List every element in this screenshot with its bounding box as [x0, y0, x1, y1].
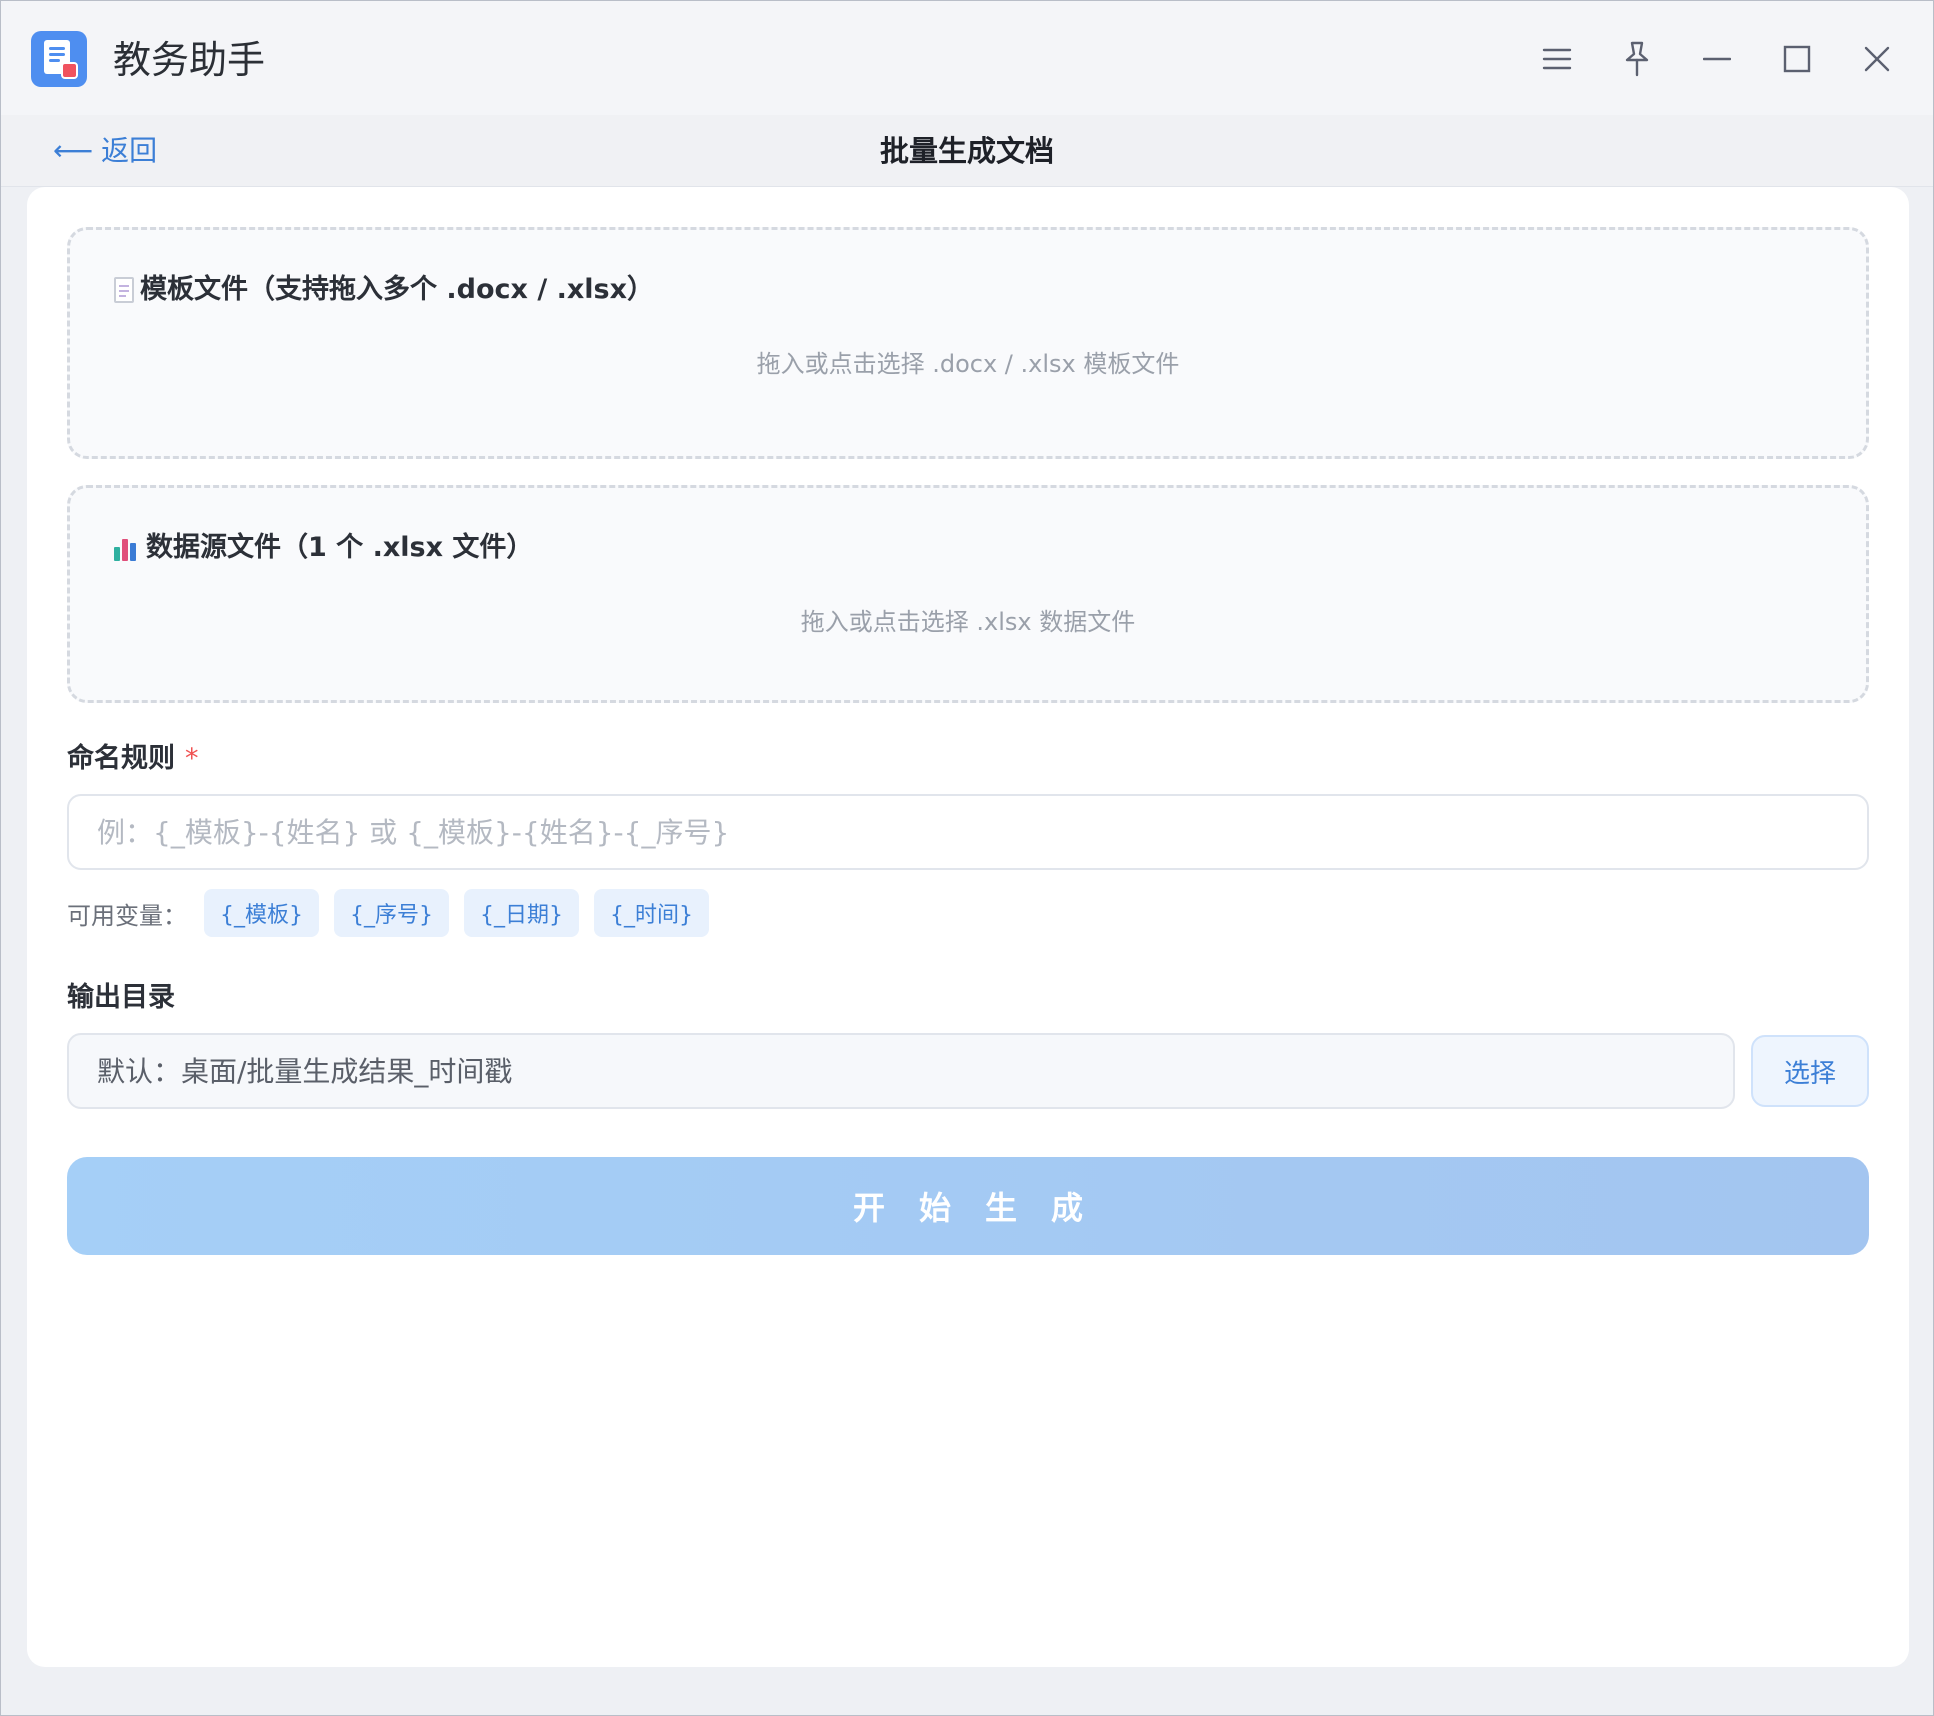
- data-zone-title: 数据源文件（1 个 .xlsx 文件）: [114, 530, 533, 566]
- template-dropzone[interactable]: 模板文件（支持拖入多个 .docx / .xlsx） 拖入或点击选择 .docx…: [67, 227, 1869, 459]
- nav-bar: ⟵ 返回 批量生成文档: [1, 115, 1933, 187]
- menu-icon[interactable]: [1525, 27, 1589, 91]
- naming-rule-label-text: 命名规则: [67, 743, 175, 774]
- pin-icon[interactable]: [1605, 27, 1669, 91]
- output-dir-input[interactable]: [67, 1033, 1735, 1109]
- maximize-icon[interactable]: [1765, 27, 1829, 91]
- app-window: 教务助手 ⟵ 返回 批量生成文档 模板文件（支持拖入多个 .docx / .xl…: [0, 0, 1934, 1716]
- app-title: 教务助手: [113, 38, 266, 82]
- select-dir-button[interactable]: 选择: [1751, 1035, 1869, 1107]
- template-zone-hint: 拖入或点击选择 .docx / .xlsx 模板文件: [756, 350, 1180, 378]
- naming-rule-label: 命名规则 *: [67, 741, 199, 777]
- bar-chart-icon: [114, 535, 140, 561]
- data-zone-title-text: 数据源文件（1 个 .xlsx 文件）: [146, 532, 534, 563]
- var-chip-index[interactable]: {_序号}: [334, 889, 449, 937]
- page-title: 批量生成文档: [879, 134, 1054, 168]
- output-dir-label: 输出目录: [67, 982, 175, 1013]
- document-icon: [114, 277, 134, 303]
- var-chip-date[interactable]: {_日期}: [464, 889, 579, 937]
- minimize-icon[interactable]: [1685, 27, 1749, 91]
- main-card: 模板文件（支持拖入多个 .docx / .xlsx） 拖入或点击选择 .docx…: [27, 187, 1909, 1667]
- var-chip-time[interactable]: {_时间}: [594, 889, 709, 937]
- naming-rule-input[interactable]: [67, 794, 1869, 870]
- required-mark: *: [185, 743, 199, 774]
- var-chip-template[interactable]: {_模板}: [204, 889, 319, 937]
- template-zone-title-text: 模板文件（支持拖入多个 .docx / .xlsx）: [140, 274, 655, 305]
- vars-label: 可用变量：: [67, 901, 187, 930]
- title-bar: 教务助手: [1, 1, 1933, 115]
- available-variables: 可用变量： {_模板} {_序号} {_日期} {_时间}: [67, 889, 709, 937]
- data-zone-hint: 拖入或点击选择 .xlsx 数据文件: [800, 608, 1136, 636]
- template-zone-title: 模板文件（支持拖入多个 .docx / .xlsx）: [114, 272, 654, 308]
- close-icon[interactable]: [1845, 27, 1909, 91]
- data-source-dropzone[interactable]: 数据源文件（1 个 .xlsx 文件） 拖入或点击选择 .xlsx 数据文件: [67, 485, 1869, 703]
- start-generate-button[interactable]: 开始生成: [67, 1157, 1869, 1255]
- app-logo-icon: [31, 31, 87, 87]
